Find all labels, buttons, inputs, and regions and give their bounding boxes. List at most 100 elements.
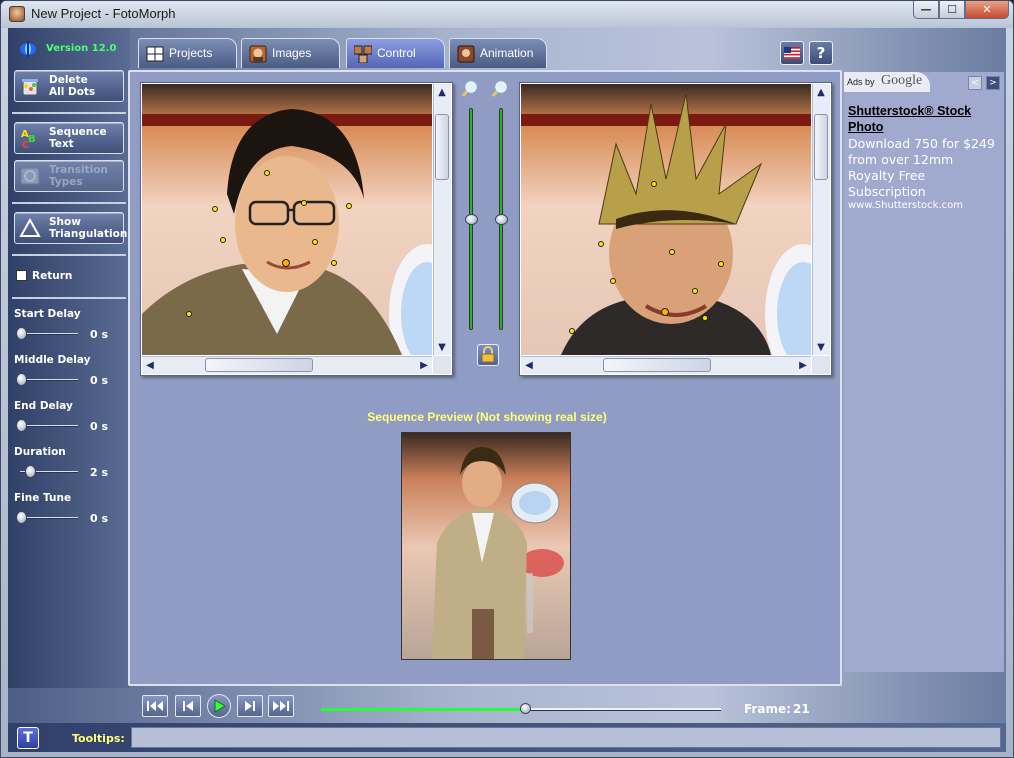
ads-next-button[interactable]: > [986, 76, 1000, 90]
fotomorph-logo-icon [20, 41, 36, 57]
scroll-up-arrow-icon[interactable]: ▲ [434, 84, 450, 100]
scroll-up-arrow-icon[interactable]: ▲ [813, 84, 829, 100]
scroll-thumb[interactable] [603, 358, 711, 372]
target-horizontal-scrollbar[interactable]: ◀ ▶ [521, 356, 811, 374]
morph-dot[interactable] [610, 278, 616, 284]
morph-dot[interactable] [186, 311, 192, 317]
transition-types-button[interactable]: Transition Types [14, 160, 124, 192]
version-text: Version 12.0 [46, 43, 117, 54]
tab-projects-label: Projects [169, 46, 213, 60]
morph-dot[interactable] [331, 260, 337, 266]
return-checkbox[interactable]: Return [16, 269, 126, 283]
slider-thumb[interactable] [495, 214, 508, 225]
morph-dot[interactable] [301, 200, 307, 206]
scroll-down-arrow-icon[interactable]: ▼ [813, 339, 829, 355]
ads-prev-button[interactable]: < [968, 76, 982, 90]
scroll-down-arrow-icon[interactable]: ▼ [434, 339, 450, 355]
title-bar[interactable]: New Project - FotoMorph — ☐ ✕ [1, 1, 1013, 28]
zoom-magnifier-icon[interactable] [491, 80, 509, 98]
morph-dot[interactable] [282, 259, 290, 267]
sequence-text-button[interactable]: A B C Sequence Text [14, 122, 124, 154]
morph-dot[interactable] [702, 315, 708, 321]
zoom-magnifier-icon[interactable] [461, 80, 479, 98]
fine-tune-slider[interactable] [20, 517, 78, 519]
morph-dot[interactable] [692, 288, 698, 294]
scroll-left-arrow-icon[interactable]: ◀ [142, 357, 158, 373]
ad-title-link[interactable]: Shutterstock® Stock Photo [848, 103, 1002, 135]
show-triangulation-button[interactable]: Show Triangulation [14, 212, 127, 244]
sequence-text-label: Sequence Text [49, 126, 107, 150]
slider-thumb[interactable] [520, 703, 531, 714]
delete-all-dots-label: Delete All Dots [49, 74, 96, 98]
morph-dot[interactable] [669, 249, 675, 255]
delete-all-dots-button[interactable]: Delete All Dots [14, 70, 124, 102]
scroll-thumb[interactable] [814, 114, 828, 180]
tab-projects[interactable]: Projects [138, 38, 237, 68]
frame-seek-slider[interactable] [321, 703, 721, 714]
us-flag-icon [784, 47, 800, 59]
slider-thumb[interactable] [16, 511, 27, 524]
tab-control[interactable]: Control [346, 38, 445, 68]
target-photo[interactable] [521, 84, 811, 355]
scroll-right-arrow-icon[interactable]: ▶ [795, 357, 811, 373]
source-horizontal-scrollbar[interactable]: ◀ ▶ [142, 356, 432, 374]
scroll-corner [812, 356, 830, 374]
middle-delay-slider[interactable] [20, 379, 78, 381]
app-window: New Project - FotoMorph — ☐ ✕ Version 12… [0, 0, 1014, 758]
help-button[interactable]: ? [809, 41, 833, 65]
slider-thumb[interactable] [16, 327, 27, 340]
morph-dot[interactable] [264, 170, 270, 176]
morph-dot[interactable] [212, 206, 218, 212]
source-vertical-scrollbar[interactable]: ▲ ▼ [433, 84, 451, 355]
tooltips-toggle-button[interactable]: T [17, 727, 39, 749]
seek-progress-fill [321, 708, 525, 711]
app-icon [9, 6, 25, 22]
morph-dot[interactable] [651, 181, 657, 187]
ads-panel: Ads by Google < > Shutterstock® Stock Ph… [844, 72, 1004, 672]
scroll-left-arrow-icon[interactable]: ◀ [521, 357, 537, 373]
last-frame-button[interactable] [268, 695, 294, 717]
abc-letters-icon: A B C [21, 129, 36, 149]
slider-thumb[interactable] [465, 214, 478, 225]
tab-images[interactable]: Images [241, 38, 340, 68]
slider-thumb[interactable] [24, 465, 36, 478]
minimize-button[interactable]: — [913, 1, 939, 19]
close-button[interactable]: ✕ [965, 1, 1009, 19]
next-frame-button[interactable] [237, 695, 263, 717]
lock-zoom-button[interactable] [477, 344, 499, 366]
morph-dot[interactable] [346, 203, 352, 209]
morph-dot[interactable] [661, 308, 669, 316]
sequence-preview-image [402, 433, 570, 659]
play-button[interactable] [207, 694, 231, 718]
skip-to-end-icon [273, 701, 289, 711]
tooltips-label: Tooltips: [72, 732, 125, 745]
tab-animation[interactable]: Animation [449, 38, 547, 68]
tab-control-label: Control [377, 46, 416, 60]
previous-frame-button[interactable] [175, 695, 201, 717]
language-button[interactable] [780, 41, 804, 65]
ad-url[interactable]: www.Shutterstock.com [848, 200, 963, 211]
triangle-icon [19, 217, 41, 237]
animation-film-icon [457, 45, 475, 63]
slider-thumb[interactable] [16, 419, 27, 432]
return-checkbox-box[interactable] [16, 270, 27, 281]
ad-body: Download 750 for $249 from over 12mm Roy… [848, 136, 995, 199]
start-delay-slider[interactable] [20, 333, 78, 335]
window-controls: — ☐ ✕ [913, 1, 1009, 21]
morph-dot[interactable] [598, 241, 604, 247]
morph-dot[interactable] [569, 328, 575, 334]
duration-control: Duration 2 s [14, 446, 126, 486]
morph-dot[interactable] [312, 239, 318, 245]
scroll-thumb[interactable] [435, 114, 449, 180]
first-frame-button[interactable] [142, 695, 168, 717]
slider-thumb[interactable] [16, 373, 27, 386]
ads-by-google[interactable]: Ads by Google [844, 72, 930, 92]
end-delay-slider[interactable] [20, 425, 78, 427]
scroll-thumb[interactable] [205, 358, 313, 372]
target-vertical-scrollbar[interactable]: ▲ ▼ [812, 84, 830, 355]
source-photo[interactable] [142, 84, 432, 355]
scroll-right-arrow-icon[interactable]: ▶ [416, 357, 432, 373]
morph-dot[interactable] [718, 261, 724, 267]
morph-dot[interactable] [220, 237, 226, 243]
maximize-button[interactable]: ☐ [939, 1, 965, 19]
